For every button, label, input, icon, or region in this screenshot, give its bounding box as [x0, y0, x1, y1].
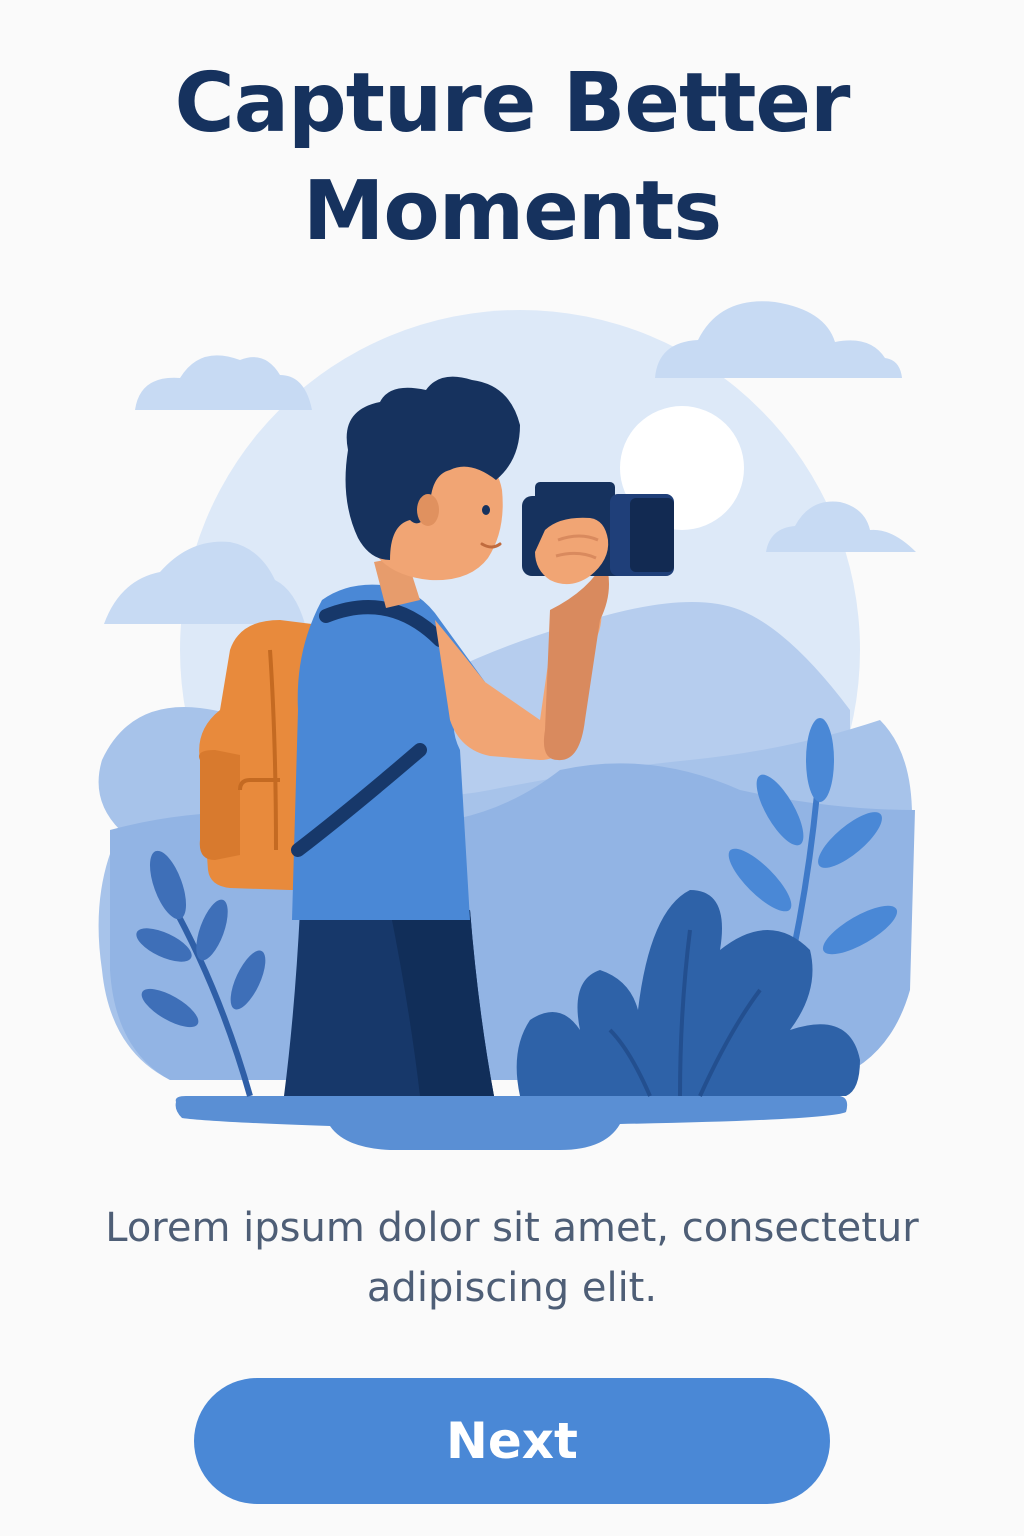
title-line-2: Moments — [302, 164, 722, 259]
title-line-1: Capture Better — [174, 56, 851, 151]
description-line-1: Lorem ipsum dolor sit amet, consectetur — [105, 1205, 919, 1251]
onboarding-screen: Capture Better Moments Lorem ipsum dolor… — [0, 0, 1024, 1536]
description-line-2: adipiscing elit. — [366, 1265, 658, 1311]
cloud-icon — [655, 301, 902, 378]
next-button[interactable]: Next — [194, 1378, 830, 1504]
description-text: Lorem ipsum dolor sit amet, consectetur … — [0, 1198, 1024, 1318]
ground — [175, 1096, 848, 1150]
page-title: Capture Better Moments — [0, 50, 1024, 266]
photographer-illustration — [90, 290, 930, 1160]
cloud-icon — [135, 355, 312, 410]
